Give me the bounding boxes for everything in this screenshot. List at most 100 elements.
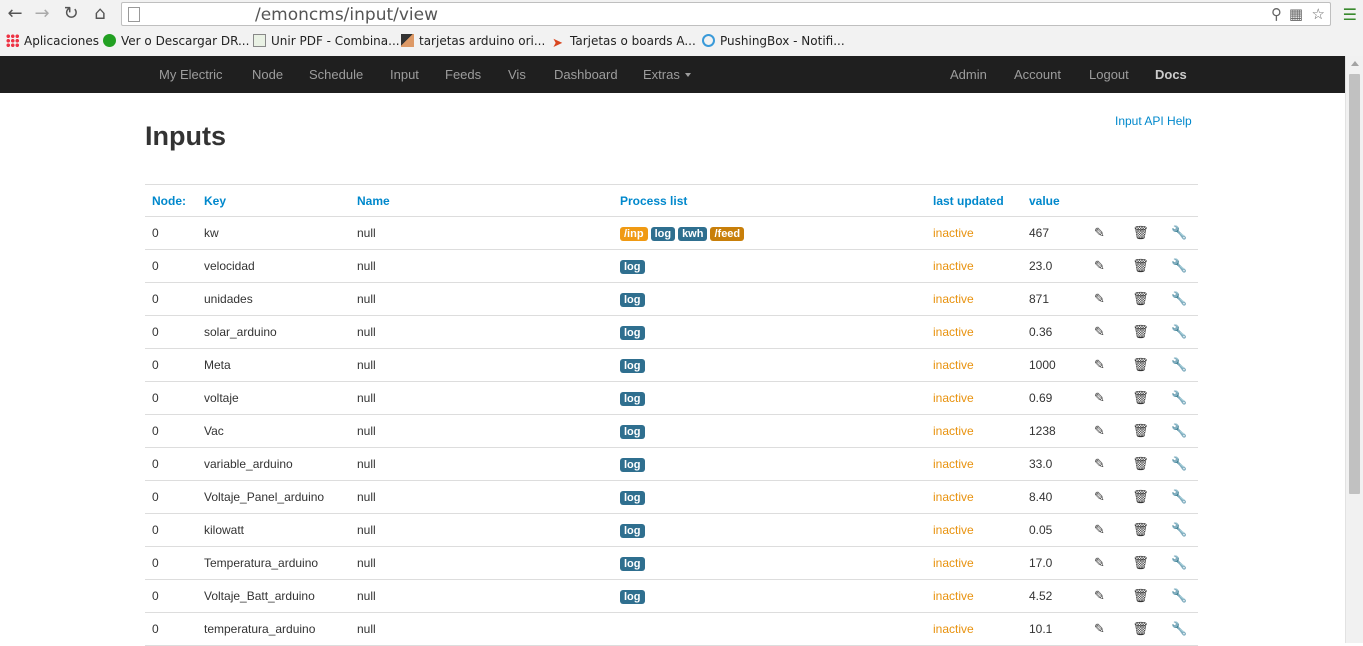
header-process-list[interactable]: Process list <box>613 184 926 217</box>
bookmark-apps[interactable]: Aplicaciones <box>6 34 99 48</box>
edit-pencil-icon[interactable]: ✎ <box>1079 612 1120 646</box>
nav-my-electric[interactable]: My Electric <box>159 67 223 82</box>
bookmark-item[interactable]: tarjetas arduino ori... <box>401 34 545 48</box>
table-row: 0 voltaje null log inactive 0.69 ✎ 🗑 🔧 <box>145 381 1198 415</box>
config-wrench-icon[interactable]: 🔧 <box>1161 579 1198 613</box>
header-node[interactable]: Node: <box>145 184 197 217</box>
row-value: 17.0 <box>1022 546 1079 580</box>
header-value[interactable]: value <box>1022 184 1079 217</box>
bookmark-item[interactable]: Unir PDF - Combina... <box>253 34 400 48</box>
address-url: /emoncms/input/view <box>255 5 439 25</box>
delete-trash-icon[interactable]: 🗑 <box>1120 216 1161 250</box>
delete-trash-icon[interactable]: 🗑 <box>1120 249 1161 283</box>
page-title: Inputs <box>145 121 226 151</box>
edit-pencil-icon[interactable]: ✎ <box>1079 546 1120 580</box>
row-key: Voltaje_Panel_arduino <box>197 480 350 514</box>
row-value: 23.0 <box>1022 249 1079 283</box>
nav-schedule[interactable]: Schedule <box>309 67 363 82</box>
process-label: log <box>620 490 645 505</box>
config-wrench-icon[interactable]: 🔧 <box>1161 513 1198 547</box>
table-row: 0 velocidad null log inactive 23.0 ✎ 🗑 🔧 <box>145 249 1198 283</box>
nav-account[interactable]: Account <box>1014 67 1061 82</box>
bookmark-item[interactable]: ➤ Tarjetas o boards A... <box>552 34 696 50</box>
reload-icon[interactable]: ↻ <box>60 3 82 25</box>
nav-vis[interactable]: Vis <box>508 67 526 82</box>
delete-trash-icon[interactable]: 🗑 <box>1120 480 1161 514</box>
config-wrench-icon[interactable]: 🔧 <box>1161 249 1198 283</box>
config-wrench-icon[interactable]: 🔧 <box>1161 447 1198 481</box>
edit-pencil-icon[interactable]: ✎ <box>1079 282 1120 316</box>
delete-trash-icon[interactable]: 🗑 <box>1120 546 1161 580</box>
bookmark-item[interactable]: PushingBox - Notifi... <box>702 34 845 48</box>
edit-pencil-icon[interactable]: ✎ <box>1079 315 1120 349</box>
table-row: 0 unidades null log inactive 871 ✎ 🗑 🔧 <box>145 282 1198 316</box>
nav-dashboard[interactable]: Dashboard <box>554 67 618 82</box>
edit-pencil-icon[interactable]: ✎ <box>1079 381 1120 415</box>
process-label: log <box>620 523 645 538</box>
delete-trash-icon[interactable]: 🗑 <box>1120 315 1161 349</box>
config-wrench-icon[interactable]: 🔧 <box>1161 348 1198 382</box>
bookmark-item[interactable]: Ver o Descargar DR... <box>103 34 249 48</box>
row-key: kw <box>197 216 350 250</box>
config-wrench-icon[interactable]: 🔧 <box>1161 414 1198 448</box>
bookmark-label: PushingBox - Notifi... <box>720 34 845 48</box>
header-name[interactable]: Name <box>350 184 613 217</box>
delete-trash-icon[interactable]: 🗑 <box>1120 612 1161 646</box>
config-wrench-icon[interactable]: 🔧 <box>1161 315 1198 349</box>
row-last-updated: inactive <box>926 216 1022 250</box>
edit-pencil-icon[interactable]: ✎ <box>1079 348 1120 382</box>
delete-trash-icon[interactable]: 🗑 <box>1120 282 1161 316</box>
row-key: variable_arduino <box>197 447 350 481</box>
table-row: 0 Voltaje_Panel_arduino null log inactive 8.4… <box>145 480 1198 514</box>
delete-trash-icon[interactable]: 🗑 <box>1120 348 1161 382</box>
row-last-updated: inactive <box>926 282 1022 316</box>
config-wrench-icon[interactable]: 🔧 <box>1161 381 1198 415</box>
delete-trash-icon[interactable]: 🗑 <box>1120 579 1161 613</box>
delete-trash-icon[interactable]: 🗑 <box>1120 513 1161 547</box>
delete-trash-icon[interactable]: 🗑 <box>1120 447 1161 481</box>
row-last-updated: inactive <box>926 480 1022 514</box>
edit-pencil-icon[interactable]: ✎ <box>1079 579 1120 613</box>
nav-admin[interactable]: Admin <box>950 67 987 82</box>
bookmark-star-icon[interactable]: ☆ <box>1312 5 1325 23</box>
browser-menu-icon[interactable]: ☰ <box>1343 5 1357 24</box>
edit-pencil-icon[interactable]: ✎ <box>1079 480 1120 514</box>
home-icon[interactable]: ⌂ <box>89 3 111 25</box>
input-api-help-link[interactable]: Input API Help <box>1115 114 1192 128</box>
address-bar[interactable]: /emoncms/input/view ⚲ ▦ ☆ <box>121 2 1331 26</box>
nav-extras-dropdown[interactable]: Extras <box>643 67 691 82</box>
config-wrench-icon[interactable]: 🔧 <box>1161 216 1198 250</box>
config-wrench-icon[interactable]: 🔧 <box>1161 480 1198 514</box>
edit-pencil-icon[interactable]: ✎ <box>1079 447 1120 481</box>
forward-arrow-icon[interactable]: → <box>31 3 53 25</box>
nav-node[interactable]: Node <box>252 67 283 82</box>
row-value: 0.36 <box>1022 315 1079 349</box>
edit-pencil-icon[interactable]: ✎ <box>1079 414 1120 448</box>
scrollbar-thumb[interactable] <box>1349 74 1360 494</box>
config-wrench-icon[interactable]: 🔧 <box>1161 282 1198 316</box>
translate-icon[interactable]: ▦ <box>1289 5 1303 23</box>
edit-pencil-icon[interactable]: ✎ <box>1079 216 1120 250</box>
header-last-updated[interactable]: last updated <box>926 184 1022 217</box>
row-process-list: log <box>613 282 926 316</box>
row-name: null <box>350 513 613 547</box>
header-key[interactable]: Key <box>197 184 350 217</box>
table-row: 0 variable_arduino null log inactive 33.0 ✎ 🗑 🔧 <box>145 447 1198 481</box>
row-name: null <box>350 579 613 613</box>
page-scrollbar[interactable] <box>1345 56 1363 643</box>
table-row: 0 temperatura_arduino null inactive 10.1 ✎ 🗑 🔧 <box>145 612 1198 646</box>
edit-pencil-icon[interactable]: ✎ <box>1079 249 1120 283</box>
delete-trash-icon[interactable]: 🗑 <box>1120 414 1161 448</box>
config-wrench-icon[interactable]: 🔧 <box>1161 612 1198 646</box>
caret-down-icon <box>684 73 691 77</box>
delete-trash-icon[interactable]: 🗑 <box>1120 381 1161 415</box>
back-arrow-icon[interactable]: ← <box>4 3 26 25</box>
nav-input[interactable]: Input <box>390 67 419 82</box>
edit-pencil-icon[interactable]: ✎ <box>1079 513 1120 547</box>
nav-feeds[interactable]: Feeds <box>445 67 481 82</box>
nav-docs[interactable]: Docs <box>1155 67 1187 82</box>
nav-logout[interactable]: Logout <box>1089 67 1129 82</box>
scroll-up-arrow-icon[interactable] <box>1351 61 1359 66</box>
zoom-icon[interactable]: ⚲ <box>1271 5 1282 23</box>
config-wrench-icon[interactable]: 🔧 <box>1161 546 1198 580</box>
